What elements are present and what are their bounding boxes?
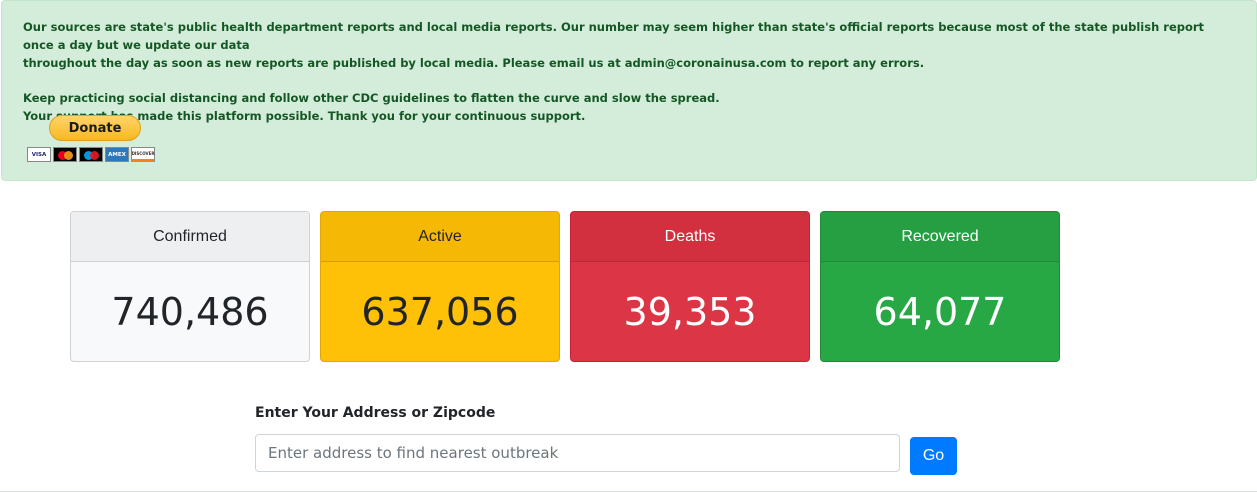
info-alert: Our sources are state's public health de… <box>1 0 1257 181</box>
notice-line-3: Keep practicing social distancing and fo… <box>23 91 720 105</box>
notice-line-4: Your support has made this platform poss… <box>23 109 586 123</box>
donate-widget: Donate VISA AMEX DISCOVER <box>27 115 163 165</box>
deaths-value: 39,353 <box>623 290 757 334</box>
confirmed-card: Confirmed 740,486 <box>70 211 310 362</box>
mastercard-icon <box>53 147 77 162</box>
active-label: Active <box>321 212 559 262</box>
confirmed-value: 740,486 <box>111 290 269 334</box>
go-button[interactable]: Go <box>910 437 957 475</box>
amex-icon: AMEX <box>105 147 129 162</box>
discover-icon: DISCOVER <box>131 147 155 162</box>
maestro-icon <box>79 147 103 162</box>
deaths-label: Deaths <box>571 212 809 262</box>
recovered-label: Recovered <box>821 212 1059 262</box>
recovered-value: 64,077 <box>873 290 1007 334</box>
donate-button[interactable]: Donate <box>49 115 141 141</box>
recovered-card: Recovered 64,077 <box>820 211 1060 362</box>
address-label: Enter Your Address or Zipcode <box>255 405 496 421</box>
deaths-card: Deaths 39,353 <box>570 211 810 362</box>
visa-icon: VISA <box>27 147 51 162</box>
active-card: Active 637,056 <box>320 211 560 362</box>
payment-cards: VISA AMEX DISCOVER <box>27 147 155 162</box>
confirmed-label: Confirmed <box>71 212 309 262</box>
notice-line-1: Our sources are state's public health de… <box>23 20 1205 52</box>
active-value: 637,056 <box>361 290 519 334</box>
address-input[interactable] <box>255 434 900 472</box>
notice-line-2: throughout the day as soon as new report… <box>23 56 925 70</box>
